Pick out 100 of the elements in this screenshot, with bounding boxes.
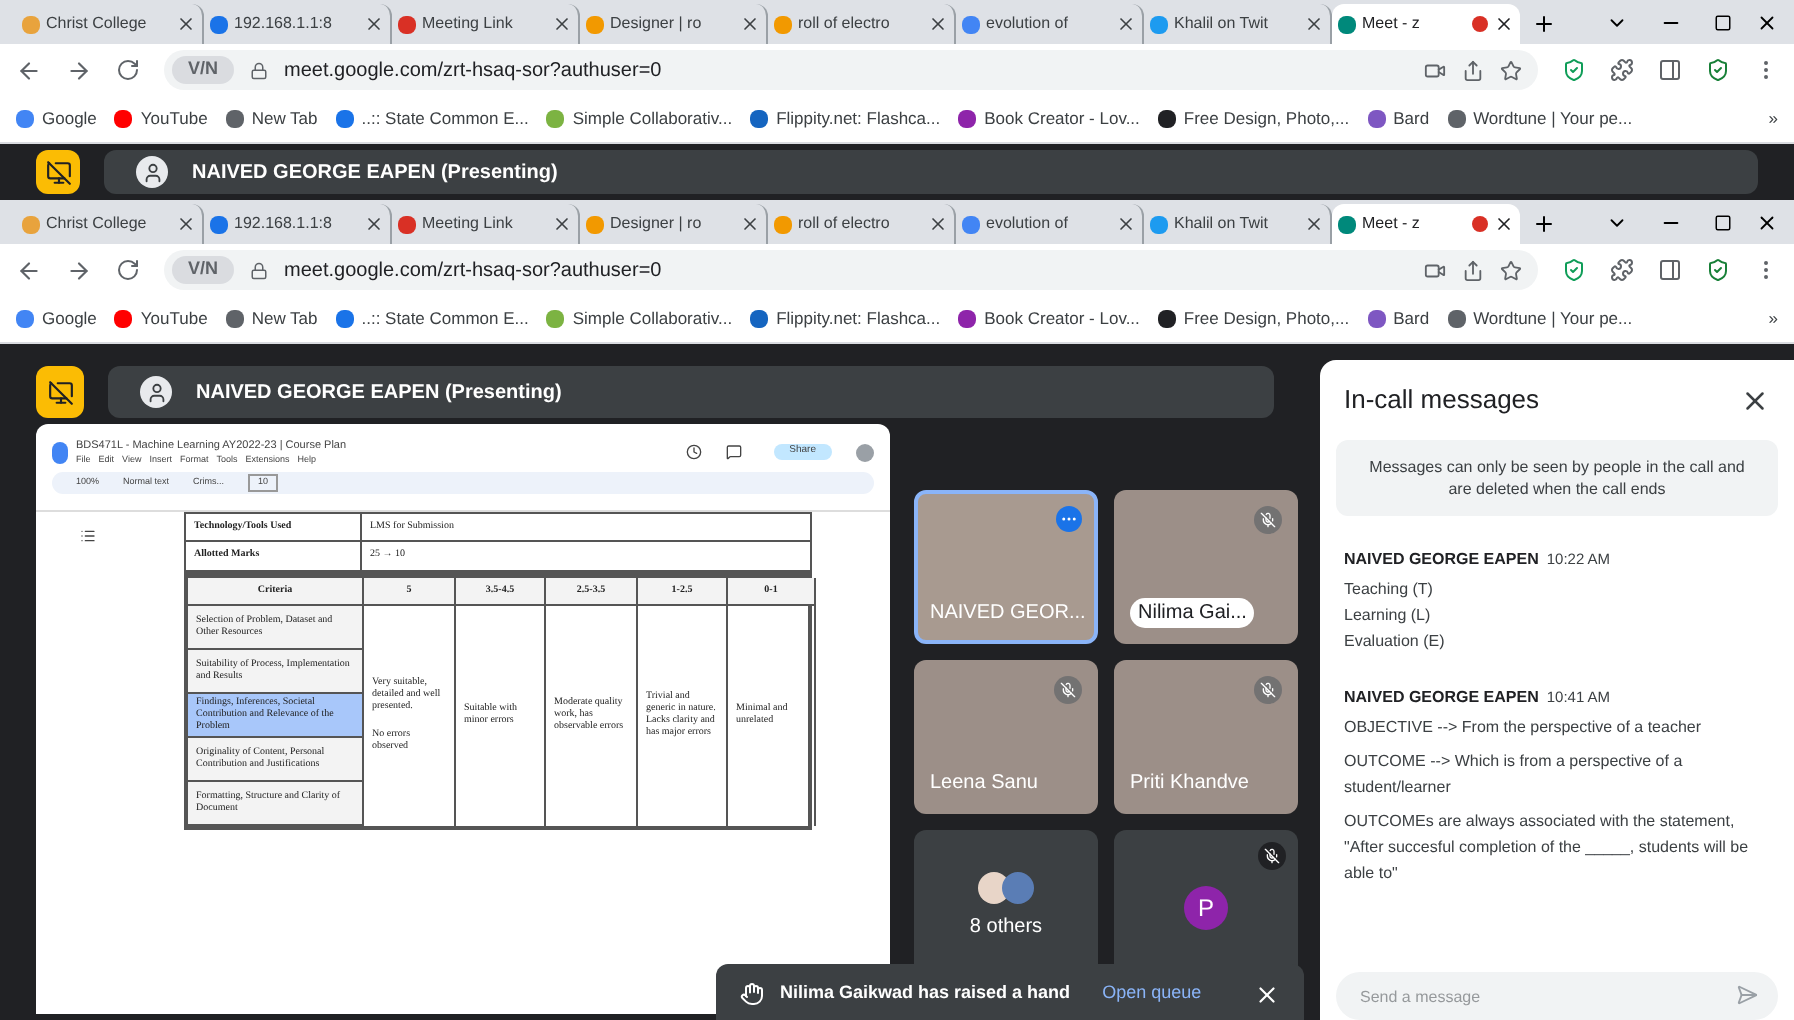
close-tab-icon[interactable] [1494,214,1514,234]
close-tab-icon[interactable] [1116,214,1136,234]
close-tab-icon[interactable] [740,214,760,234]
side-panel-icon[interactable] [1658,258,1682,282]
lock-icon [250,261,269,279]
vpn-badge[interactable]: V/N [172,256,235,284]
bookmark[interactable]: Simple Collaborativ... [546,106,733,132]
forward-icon[interactable] [66,257,92,283]
bookmark[interactable]: Bard [1367,106,1430,132]
message-text: Learning (L) [1344,604,1433,628]
reload-icon[interactable] [116,58,140,82]
close-window-icon[interactable] [1756,12,1778,34]
browser-tab[interactable]: Meet - z [1332,4,1520,44]
forward-icon[interactable] [66,57,92,83]
notification-text: Nilima Gaikwad has raised a hand [780,980,1071,1007]
tab-title: roll of electro [798,12,892,36]
bookmark[interactable]: Simple Collaborativ... [546,306,733,332]
side-panel-icon[interactable] [1658,58,1682,82]
bookmarks-overflow[interactable]: » [1768,306,1778,332]
notice-text: Messages can only be seen by people in the call and are deleted when the call ends [1336,440,1778,516]
close-tab-icon[interactable] [740,14,760,34]
more-options-button[interactable] [1056,506,1082,532]
bookmark[interactable]: New Tab [225,106,318,132]
outline-icon[interactable] [80,528,96,544]
bookmark[interactable]: Google [16,306,97,332]
close-tab-icon[interactable] [176,14,196,34]
close-tab-icon[interactable] [1304,214,1324,234]
bookmark[interactable]: YouTube [114,106,208,132]
close-tab-icon[interactable] [928,14,948,34]
camera-icon[interactable] [1424,59,1446,81]
message-input-field[interactable]: Send a message [1336,972,1778,1020]
tab-title: evolution of [986,12,1070,36]
address-bar[interactable]: V/N meet.google.com/zrt-hsaq-sor?authuser=0 [164,50,1538,90]
bookmark[interactable]: Bard [1367,306,1430,332]
avatar-icon [140,376,172,408]
comment-icon[interactable] [725,444,742,460]
share-icon[interactable] [1462,59,1484,81]
message-text: Teaching (T) [1344,578,1435,602]
bookmark[interactable]: Flippity.net: Flashca... [750,106,941,132]
bookmark[interactable]: ..:: State Common E... [335,306,529,332]
extensions-icon[interactable] [1610,258,1634,282]
share-icon[interactable] [1462,259,1484,281]
back-icon[interactable] [16,57,42,83]
new-tab-icon[interactable] [1532,12,1556,36]
close-tab-icon[interactable] [928,214,948,234]
close-tab-icon[interactable] [364,14,384,34]
participant-name: Nilima Gai... [1130,598,1255,628]
close-tab-icon[interactable] [1304,14,1324,34]
new-tab-icon[interactable] [1532,212,1556,236]
browser-tab[interactable]: Meet - z [1332,204,1520,244]
maximize-icon[interactable] [1714,214,1732,232]
bookmark[interactable]: Wordtune | Your pe... [1447,106,1633,132]
others-count: 8 others [969,914,1043,942]
bookmark[interactable]: Book Creator - Lov... [958,106,1140,132]
bookmark[interactable]: New Tab [225,306,318,332]
bookmark[interactable]: Flippity.net: Flashca... [750,306,941,332]
address-bar[interactable]: V/N meet.google.com/zrt-hsaq-sor?authuser=0 [164,250,1538,290]
close-icon[interactable] [1254,981,1280,1007]
close-tab-icon[interactable] [364,214,384,234]
bookmark[interactable]: ..:: State Common E... [335,106,529,132]
url-text: meet.google.com/zrt-hsaq-sor?authuser=0 [284,57,662,85]
star-icon[interactable] [1500,59,1522,81]
present-off-icon [47,379,73,405]
camera-icon[interactable] [1424,259,1446,281]
present-off-button[interactable] [36,366,84,418]
url-text: meet.google.com/zrt-hsaq-sor?authuser=0 [284,257,662,285]
message-text: OUTCOMEs are always associated with the statement, [1344,810,1737,834]
maximize-icon[interactable] [1714,14,1732,32]
tab-title: Khalil on Twit [1174,212,1270,236]
bookmark[interactable]: YouTube [114,306,208,332]
shield-icon[interactable] [1562,258,1586,282]
close-window-icon[interactable] [1756,212,1778,234]
bookmark[interactable]: Wordtune | Your pe... [1447,306,1633,332]
back-icon[interactable] [16,257,42,283]
present-off-button[interactable] [36,150,80,194]
vpn-badge[interactable]: V/N [172,56,235,84]
open-queue-link[interactable]: Open queue [1102,980,1202,1008]
sender-name: NAIVED GEORGE EAPEN [1344,686,1539,710]
close-tab-icon[interactable] [1116,14,1136,34]
close-tab-icon[interactable] [1494,14,1514,34]
close-tab-icon[interactable] [552,214,572,234]
bookmarks-overflow[interactable]: » [1768,106,1778,132]
presenter-name: NAIVED GEORGE EAPEN (Presenting) [196,379,562,407]
close-tab-icon[interactable] [176,214,196,234]
participant-tile[interactable]: Nilima Gai... [1114,490,1298,644]
star-icon[interactable] [1500,259,1522,281]
bookmark[interactable]: Book Creator - Lov... [958,306,1140,332]
bookmark[interactable]: Free Design, Photo,... [1157,306,1350,332]
tab-title: Designer | ro [610,12,704,36]
close-tab-icon[interactable] [552,14,572,34]
tab-title: Christ College [46,212,149,236]
bookmark[interactable]: Google [16,106,97,132]
reload-icon[interactable] [116,258,140,282]
history-icon[interactable] [685,444,702,460]
shield-icon[interactable] [1706,58,1730,82]
shield-icon[interactable] [1562,58,1586,82]
participant-name: NAIVED GEOR... [930,600,1086,628]
bookmark[interactable]: Free Design, Photo,... [1157,106,1350,132]
shield-icon[interactable] [1706,258,1730,282]
extensions-icon[interactable] [1610,58,1634,82]
